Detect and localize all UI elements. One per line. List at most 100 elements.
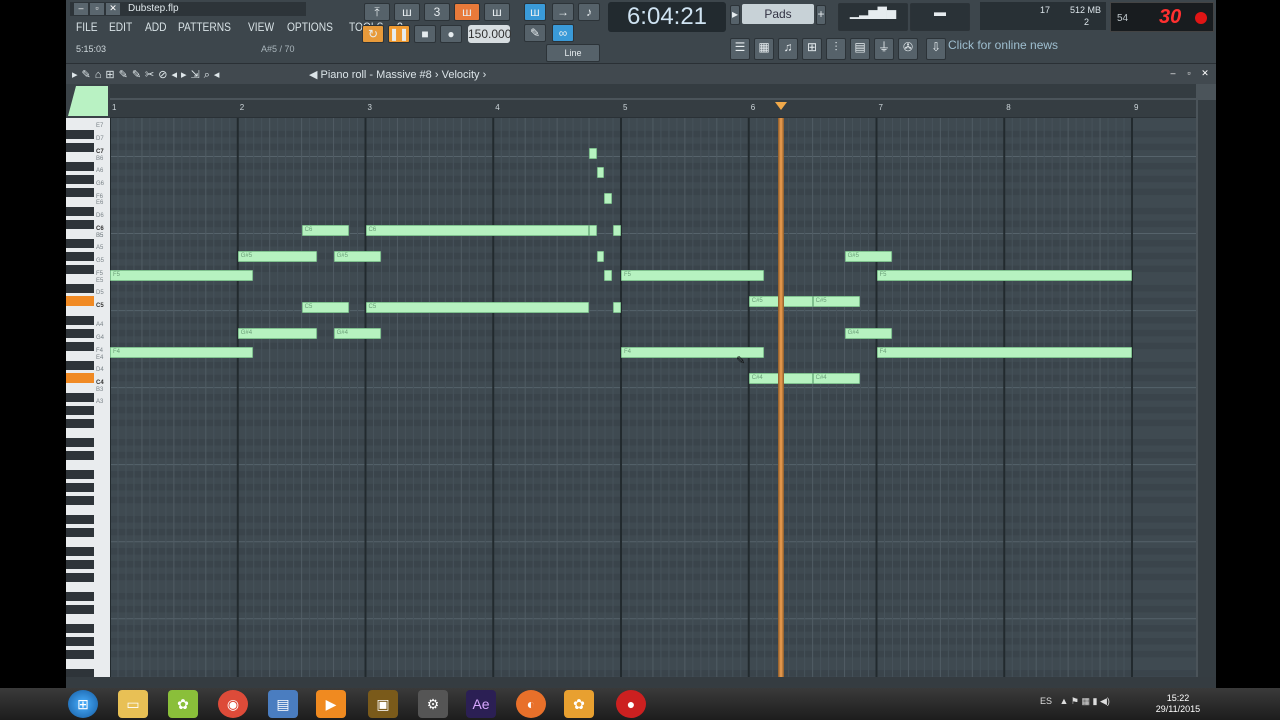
wave-icon[interactable]: ш [394, 3, 420, 21]
pattern-song-icon[interactable]: ⤒ [364, 3, 390, 21]
tempo-display[interactable]: 150.000 [468, 25, 511, 43]
settings-icon[interactable]: ⚙ [418, 690, 448, 718]
note[interactable]: F5 [110, 270, 254, 282]
note[interactable] [604, 270, 613, 282]
black-key[interactable] [66, 142, 94, 152]
fl-studio-icon[interactable]: ✿ [168, 690, 198, 718]
menu-edit[interactable]: EDIT [109, 20, 132, 36]
pattern-prev-icon[interactable]: ▸ [730, 5, 740, 25]
pencil-snap-icon[interactable]: ✎ [524, 24, 546, 42]
black-key[interactable] [66, 129, 94, 139]
note[interactable]: F5 [621, 270, 765, 282]
black-key[interactable] [66, 238, 94, 248]
loop-record-icon[interactable]: ш [484, 3, 510, 21]
black-key[interactable] [66, 206, 94, 216]
firefox-icon[interactable]: ◐ [516, 690, 546, 718]
record-button[interactable]: ● [440, 25, 462, 43]
black-key[interactable] [66, 341, 94, 351]
note[interactable] [613, 225, 621, 237]
black-key[interactable] [66, 482, 94, 492]
menu-add[interactable]: ADD [145, 20, 167, 36]
snap-select[interactable]: Line [546, 44, 600, 62]
playlist-icon[interactable]: ☰ [730, 38, 750, 60]
menu-view[interactable]: VIEW [248, 20, 274, 36]
note[interactable] [589, 225, 597, 237]
browser-icon[interactable]: ⊞ [802, 38, 822, 60]
black-key[interactable] [66, 251, 94, 261]
note[interactable]: C#5 [812, 295, 860, 307]
note[interactable]: G#4 [333, 327, 381, 339]
menu-file[interactable]: FILE [76, 20, 98, 36]
black-key[interactable] [66, 360, 94, 370]
typing-keyboard-icon[interactable]: ш [524, 3, 546, 21]
black-key[interactable] [66, 450, 94, 460]
pattern-selector[interactable]: Pads [742, 4, 814, 24]
black-key[interactable] [66, 470, 94, 480]
explorer-icon[interactable]: ▭ [118, 690, 148, 718]
vertical-scrollbar[interactable] [1198, 100, 1216, 677]
black-key[interactable] [66, 328, 94, 338]
restore-icon[interactable]: ▫ [90, 3, 104, 15]
note[interactable]: C6 [301, 225, 349, 237]
language-indicator[interactable]: ES [1040, 696, 1052, 706]
stop-button[interactable]: ■ [414, 25, 436, 43]
black-key[interactable] [66, 592, 94, 602]
metronome-icon[interactable]: ♪ [578, 3, 600, 21]
black-key[interactable] [66, 624, 94, 634]
note[interactable]: G#4 [237, 327, 317, 339]
chrome-icon[interactable]: ◉ [218, 690, 248, 718]
note[interactable] [604, 193, 613, 205]
black-key[interactable] [66, 316, 94, 326]
tray-clock[interactable]: 15:22 29/11/2015 [1148, 693, 1208, 715]
piano-roll-icon[interactable]: ♫ [778, 38, 798, 60]
black-key[interactable] [66, 559, 94, 569]
black-key[interactable] [66, 187, 94, 197]
speaker-icon[interactable]: ◀ [309, 69, 321, 81]
download-icon[interactable]: ⇩ [926, 38, 946, 60]
pr-restore-icon[interactable]: ▫ [1182, 68, 1196, 80]
pattern-add-icon[interactable]: + [816, 5, 826, 25]
note[interactable]: C5 [301, 302, 349, 314]
wrench-icon[interactable]: ✇ [898, 38, 918, 60]
files-icon[interactable]: ▤ [268, 690, 298, 718]
note[interactable] [613, 302, 621, 314]
note[interactable]: G#4 [844, 327, 892, 339]
highlighted-key[interactable] [66, 372, 94, 383]
recorder-icon[interactable]: ● [616, 690, 646, 718]
timeline-ruler[interactable]: 1 2 3 4 5 6 7 8 9 [110, 100, 1196, 118]
black-key[interactable] [66, 283, 94, 293]
note[interactable]: G#5 [237, 250, 317, 262]
note[interactable]: G#5 [844, 250, 892, 262]
channel-settings-icon[interactable]: ▤ [850, 38, 870, 60]
menu-options[interactable]: OPTIONS [287, 20, 333, 36]
black-key[interactable] [66, 219, 94, 229]
black-key[interactable] [66, 495, 94, 505]
black-key[interactable] [66, 669, 94, 677]
velocity-target[interactable]: Velocity [442, 69, 480, 81]
black-key[interactable] [66, 527, 94, 537]
step-sequencer-icon[interactable]: ▦ [754, 38, 774, 60]
highlighted-key[interactable] [66, 295, 94, 306]
countdown-icon[interactable]: 3 [424, 3, 450, 21]
playhead-marker-icon[interactable] [774, 102, 787, 110]
note[interactable]: G#5 [333, 250, 381, 262]
black-key[interactable] [66, 405, 94, 415]
black-key[interactable] [66, 393, 94, 403]
note[interactable]: F4 [876, 347, 1132, 359]
fl-studio-active-icon[interactable]: ✿ [564, 690, 594, 718]
link-icon[interactable]: ∞ [552, 24, 574, 42]
archive-icon[interactable]: ▣ [368, 690, 398, 718]
menu-patterns[interactable]: PATTERNS [178, 20, 231, 36]
mixer-icon[interactable]: ⫶ [826, 38, 846, 60]
plugin-icon[interactable]: ⏚ [874, 38, 894, 60]
piano-keyboard[interactable]: E7 D7 C7 B6 A6 G6 F6 E6 D6 C6 B5 A5 G5 F5 E5 D5 C5 B5 A4 G4… [66, 118, 110, 677]
media-player-icon[interactable]: ▶ [316, 690, 346, 718]
horizontal-scrollbar[interactable] [110, 84, 1196, 98]
online-news-button[interactable]: Click for online news [948, 38, 1058, 52]
recording-icon[interactable]: ш [454, 3, 480, 21]
note-grid[interactable]: F5 G#5 G#5 C6 C6 F5 C#5 C#5 G#5 F5 C5 C5 G#4 G#4 F4 F4 G… [110, 118, 1196, 677]
note[interactable]: C5 [365, 302, 590, 314]
black-key[interactable] [66, 572, 94, 582]
black-key[interactable] [66, 637, 94, 647]
note[interactable] [596, 167, 605, 179]
